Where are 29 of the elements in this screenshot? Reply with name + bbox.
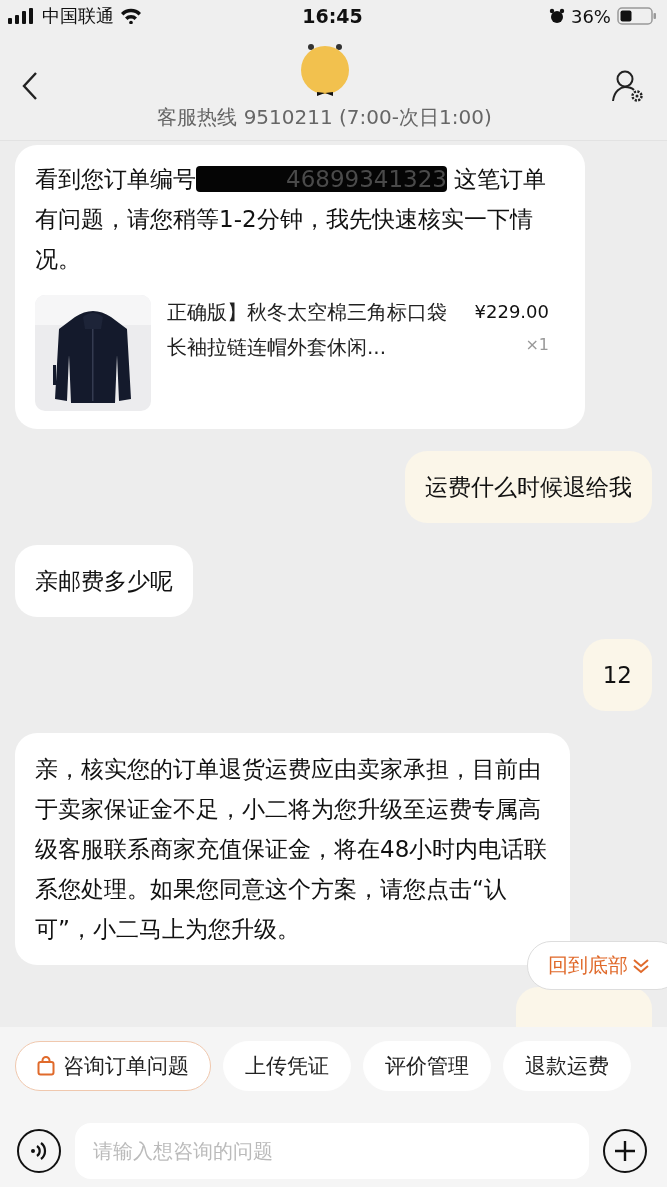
wifi-icon bbox=[120, 8, 142, 24]
chevron-left-icon bbox=[22, 71, 38, 101]
message-text: 亲，核实您的订单退货运费应由卖家承担，目前由于卖家保证金不足，小二将为您升级至运费专属高级客服联系商家充值保证金，将在48小时内电话联系您处理。如果您同意这个方案，请您点击“认可”，小二马上为您升级。 bbox=[35, 755, 549, 944]
signal-icon bbox=[8, 8, 36, 24]
chevrons-down-icon bbox=[632, 957, 650, 974]
message-text: 12 bbox=[602, 661, 632, 690]
quick-reply-chip[interactable]: 上传凭证 bbox=[223, 1041, 351, 1091]
product-quantity: ×1 bbox=[525, 334, 549, 356]
message-text: 亲邮费多少呢 bbox=[35, 567, 173, 596]
product-card[interactable]: 正确版】秋冬太空棉三角标口袋长袖拉链连帽外套休闲... ¥229.00 ×1 bbox=[35, 295, 565, 411]
quick-reply-chip[interactable]: 咨询订单问题 bbox=[15, 1041, 211, 1091]
quick-reply-chip[interactable]: 退款运费 bbox=[503, 1041, 631, 1091]
battery-icon bbox=[617, 7, 657, 25]
battery-percent: 36% bbox=[570, 5, 611, 27]
bag-icon bbox=[37, 1056, 55, 1076]
product-title: 正确版】秋冬太空棉三角标口袋长袖拉链连帽外套休闲... bbox=[167, 299, 448, 361]
add-button[interactable] bbox=[603, 1129, 647, 1173]
voice-button[interactable] bbox=[17, 1129, 61, 1173]
profile-settings-icon bbox=[611, 69, 645, 103]
quick-reply-chip[interactable]: 评价管理 bbox=[363, 1041, 491, 1091]
alarm-icon bbox=[548, 8, 565, 24]
product-price: ¥229.00 bbox=[474, 300, 549, 324]
message-text: 看到您订单编号 46899341323 这笔订单有问题，请您稍等1-2分钟，我先快速核实一下情况。 bbox=[35, 165, 548, 274]
hotline-text: 客服热线 9510211 (7:00-次日1:00) bbox=[157, 103, 492, 131]
clock-time: 16:45 bbox=[302, 5, 363, 27]
plus-icon bbox=[613, 1139, 637, 1163]
message-input[interactable]: 请输入想咨询的问题 bbox=[75, 1123, 589, 1179]
message-text: 运费什么时候退给我 bbox=[425, 473, 632, 502]
carrier-name: 中国联通 bbox=[42, 4, 114, 28]
